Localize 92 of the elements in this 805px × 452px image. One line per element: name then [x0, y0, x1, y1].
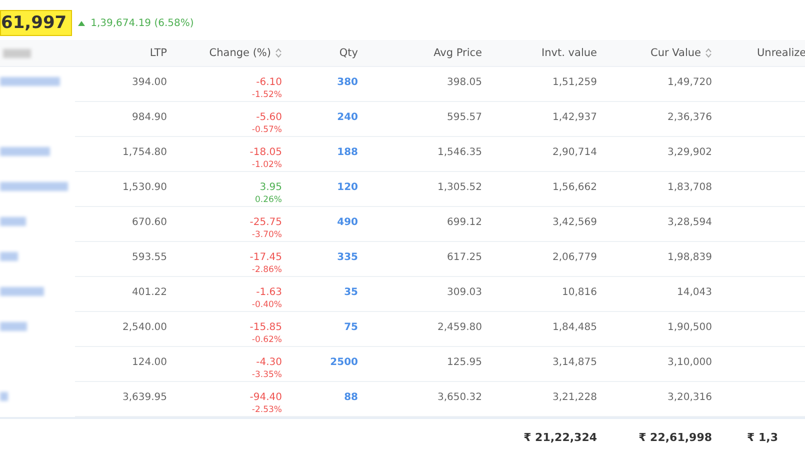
blurred-header	[3, 48, 31, 58]
qty-value: 2500	[330, 357, 358, 368]
qty-value: 188	[337, 147, 358, 158]
ltp-value: 124.00	[132, 357, 167, 368]
column-header: Qty	[339, 47, 358, 59]
current-value: 3,20,316	[667, 392, 712, 403]
change-percent: -0.40%	[252, 300, 282, 310]
change-percent: -1.02%	[252, 160, 282, 170]
avg-price-value: 309.03	[447, 287, 482, 298]
current-value: 3,28,594	[667, 217, 712, 228]
qty-value: 88	[344, 392, 358, 403]
invested-value: 1,84,485	[552, 322, 597, 333]
change-value: -25.75	[250, 217, 282, 228]
current-value: 14,043	[677, 287, 712, 298]
blurred-name	[0, 217, 26, 226]
column-header[interactable]: Cur Value	[650, 47, 712, 59]
avg-price-value: 398.05	[447, 77, 482, 88]
sort-icon[interactable]	[275, 48, 282, 58]
change-value: -94.40	[250, 392, 282, 403]
blurred-name	[0, 77, 60, 86]
blurred-name	[0, 392, 8, 401]
ltp-value: 394.00	[132, 77, 167, 88]
blurred-name	[0, 182, 68, 191]
avg-price-value: 2,459.80	[437, 322, 482, 333]
invested-value: 3,14,875	[552, 357, 597, 368]
change-percent: -1.52%	[252, 90, 282, 100]
blurred-name	[0, 147, 50, 156]
qty-value: 240	[337, 112, 358, 123]
invested-value: 2,06,779	[552, 252, 597, 263]
invested-value: 1,42,937	[552, 112, 597, 123]
change-value: -4.30	[256, 357, 282, 368]
change-percent: 0.26%	[254, 195, 282, 205]
avg-price-value: 617.25	[447, 252, 482, 263]
change-percent: -2.86%	[252, 265, 282, 275]
change-percent: -3.70%	[252, 230, 282, 240]
current-value: 3,29,902	[667, 147, 712, 158]
avg-price-value: 595.57	[447, 112, 482, 123]
invested-value: 10,816	[562, 287, 597, 298]
portfolio-total: 61,997	[0, 10, 72, 36]
avg-price-value: 1,305.52	[437, 182, 482, 193]
ltp-value: 670.60	[132, 217, 167, 228]
blurred-name	[0, 287, 44, 296]
current-total: ₹ 22,61,998	[638, 430, 713, 444]
qty-value: 35	[344, 287, 358, 298]
change-value: -17.45	[250, 252, 282, 263]
avg-price-value: 699.12	[447, 217, 482, 228]
current-value: 1,83,708	[667, 182, 712, 193]
invested-value: 1,51,259	[552, 77, 597, 88]
change-value: -5.60	[256, 112, 282, 123]
current-value: 1,98,839	[667, 252, 712, 263]
qty-value: 490	[337, 217, 358, 228]
current-value: 2,36,376	[667, 112, 712, 123]
change-value: -1.63	[256, 287, 282, 298]
ltp-value: 984.90	[132, 112, 167, 123]
change-percent: -0.57%	[252, 125, 282, 135]
current-value: 1,90,500	[667, 322, 712, 333]
change-value: 3.95	[260, 182, 282, 193]
change-value: -15.85	[250, 322, 282, 333]
total-change: 1,39,674.19 (6.58%)	[90, 18, 194, 28]
ltp-value: 2,540.00	[122, 322, 167, 333]
qty-value: 120	[337, 182, 358, 193]
column-header[interactable]: Change (%)	[209, 47, 282, 59]
invested-total: ₹ 21,22,324	[522, 430, 598, 444]
blurred-name	[0, 322, 27, 331]
avg-price-value: 125.95	[447, 357, 482, 368]
ltp-value: 401.22	[132, 287, 167, 298]
invested-value: 1,56,662	[552, 182, 597, 193]
qty-value: 335	[337, 252, 358, 263]
unrealized-total: ₹ 1,3	[746, 430, 779, 444]
ltp-value: 1,530.90	[122, 182, 167, 193]
current-value: 1,49,720	[667, 77, 712, 88]
avg-price-value: 1,546.35	[437, 147, 482, 158]
blurred-name	[0, 252, 18, 261]
column-header: Avg Price	[434, 47, 482, 59]
sort-icon[interactable]	[705, 48, 712, 58]
current-value: 3,10,000	[667, 357, 712, 368]
ltp-value: 3,639.95	[122, 392, 167, 403]
change-percent: -0.62%	[252, 335, 282, 345]
change-percent: -3.35%	[252, 370, 282, 380]
qty-value: 75	[344, 322, 358, 333]
change-value: -18.05	[250, 147, 282, 158]
invested-value: 3,42,569	[552, 217, 597, 228]
change-percent: -2.53%	[252, 405, 282, 415]
column-header: LTP	[150, 47, 167, 59]
change-value: -6.10	[256, 77, 282, 88]
invested-value: 3,21,228	[552, 392, 597, 403]
qty-value: 380	[337, 77, 358, 88]
invested-value: 2,90,714	[552, 147, 597, 158]
column-header: Invt. value	[542, 47, 597, 59]
avg-price-value: 3,650.32	[437, 392, 482, 403]
ltp-value: 593.55	[132, 252, 167, 263]
ltp-value: 1,754.80	[122, 147, 167, 158]
